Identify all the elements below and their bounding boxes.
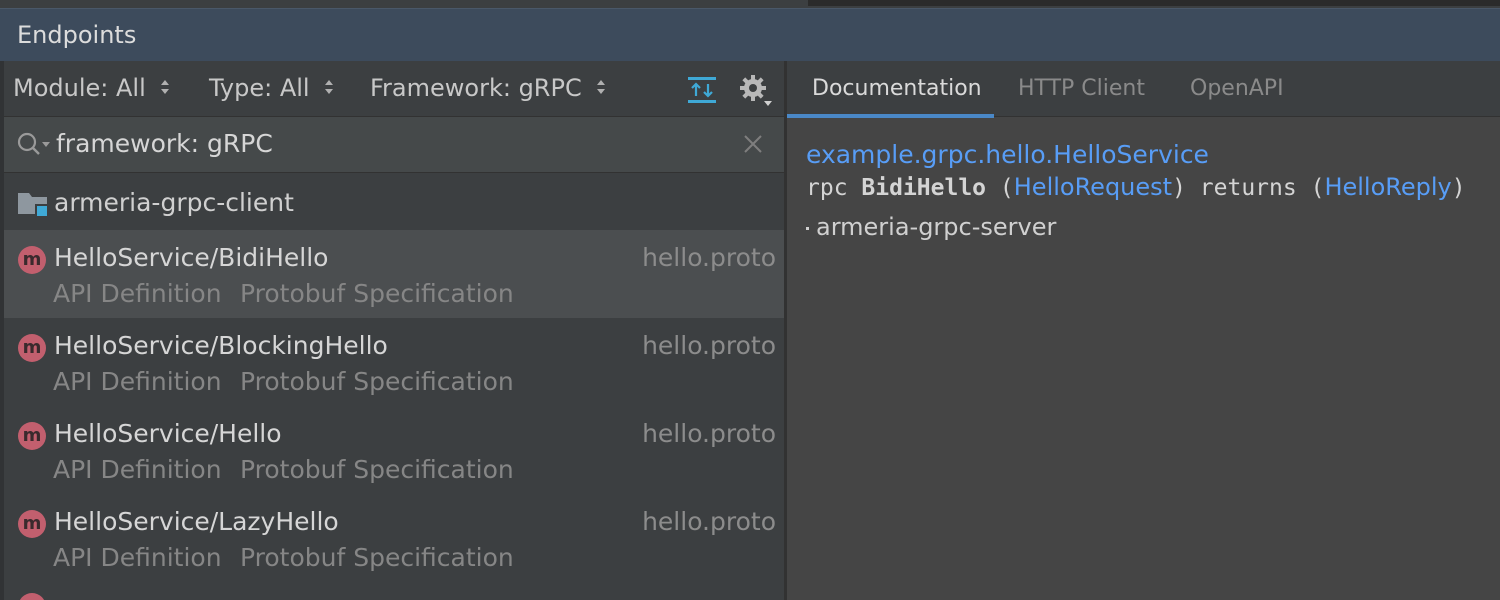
expand-all-button[interactable] [687,75,717,109]
endpoint-tag-api: API Definition [53,543,222,572]
module-group-header[interactable]: armeria-grpc-client [4,173,784,230]
filter-toolbar: Module: All Type: All Framework: gRPC [4,61,784,117]
sig-returns: returns [1199,175,1297,201]
sig-keyword: rpc [806,175,848,201]
service-link[interactable]: example.grpc.hello.HelloService [806,140,1209,169]
tab-http-client[interactable]: HTTP Client [1018,76,1145,101]
method-badge-icon: m [18,510,46,538]
editor-edge [808,0,1500,6]
sig-paren: ) [1172,175,1186,201]
endpoint-tag-spec: Protobuf Specification [240,543,514,572]
endpoint-tag-spec: Protobuf Specification [240,367,514,396]
close-icon[interactable] [742,133,764,155]
search-input[interactable]: framework: gRPC [56,129,273,158]
endpoint-tag-spec: Protobuf Specification [240,455,514,484]
endpoint-name: HelloService/LazyHello [54,507,339,536]
endpoint-file: hello.proto [642,331,776,360]
updown-icon [597,80,606,94]
tab-openapi[interactable]: OpenAPI [1190,76,1284,101]
endpoints-list-panel: Module: All Type: All Framework: gRPC fr… [0,61,786,600]
method-badge-icon: m [18,334,46,362]
tool-window-title: Endpoints [17,21,137,49]
endpoint-row[interactable]: m HelloService/BlockingHello hello.proto… [4,318,784,406]
updown-icon [325,80,334,94]
settings-button[interactable] [739,74,773,112]
endpoint-file: hello.proto [642,507,776,536]
doc-module: armeria-grpc-server [816,213,1057,241]
endpoint-tag-api: API Definition [53,279,222,308]
details-tabs: Documentation HTTP Client OpenAPI [787,61,1500,118]
endpoint-name: HelloService/BlockingHello [54,331,388,360]
module-filter-label: Module: All [13,74,146,102]
endpoint-row[interactable]: m HelloService/Hello hello.proto API Def… [4,406,784,494]
framework-filter[interactable]: Framework: gRPC [370,74,606,102]
active-tab-indicator [787,114,994,118]
search-icon [17,132,50,155]
sig-method: BidiHello [861,175,987,201]
module-filter[interactable]: Module: All [13,74,170,102]
panel-left-edge [0,61,4,600]
details-panel: Documentation HTTP Client OpenAPI exampl… [787,61,1500,600]
endpoint-tag-spec: Protobuf Specification [240,279,514,308]
tab-documentation[interactable]: Documentation [812,76,982,101]
endpoint-file: hello.proto [642,243,776,272]
gear-icon [740,75,772,106]
endpoint-tag-api: API Definition [53,455,222,484]
updown-icon [161,80,170,94]
response-type-link[interactable]: HelloReply [1324,173,1451,201]
endpoint-name: HelloService/Hello [54,419,282,448]
sig-paren: ) [1451,175,1466,201]
rpc-signature: rpc BidiHello (HelloRequest) returns (He… [806,173,1466,201]
top-strip [0,0,1500,8]
endpoint-name: HelloService/BidiHello [54,243,329,272]
module-group-label: armeria-grpc-client [54,188,294,217]
endpoint-row[interactable]: m HelloService/LazyHello hello.proto API… [4,494,784,582]
type-filter[interactable]: Type: All [209,74,334,102]
type-filter-label: Type: All [209,74,310,102]
request-type-link[interactable]: HelloRequest [1014,173,1172,201]
tool-window-header: Endpoints [0,8,1500,61]
framework-filter-label: Framework: gRPC [370,74,582,102]
method-badge-icon: m [18,422,46,450]
module-dot-icon [806,227,809,230]
endpoint-row[interactable]: m HelloService/BidiHello hello.proto API… [4,230,784,318]
search-bar[interactable]: framework: gRPC [4,117,784,173]
endpoint-tag-api: API Definition [53,367,222,396]
module-folder-icon [18,193,49,218]
sig-paren: ( [1310,175,1325,201]
expand-all-icon [688,77,716,103]
method-badge-icon: m [18,246,46,274]
sig-paren: ( [999,175,1014,201]
endpoint-file: hello.proto [642,419,776,448]
